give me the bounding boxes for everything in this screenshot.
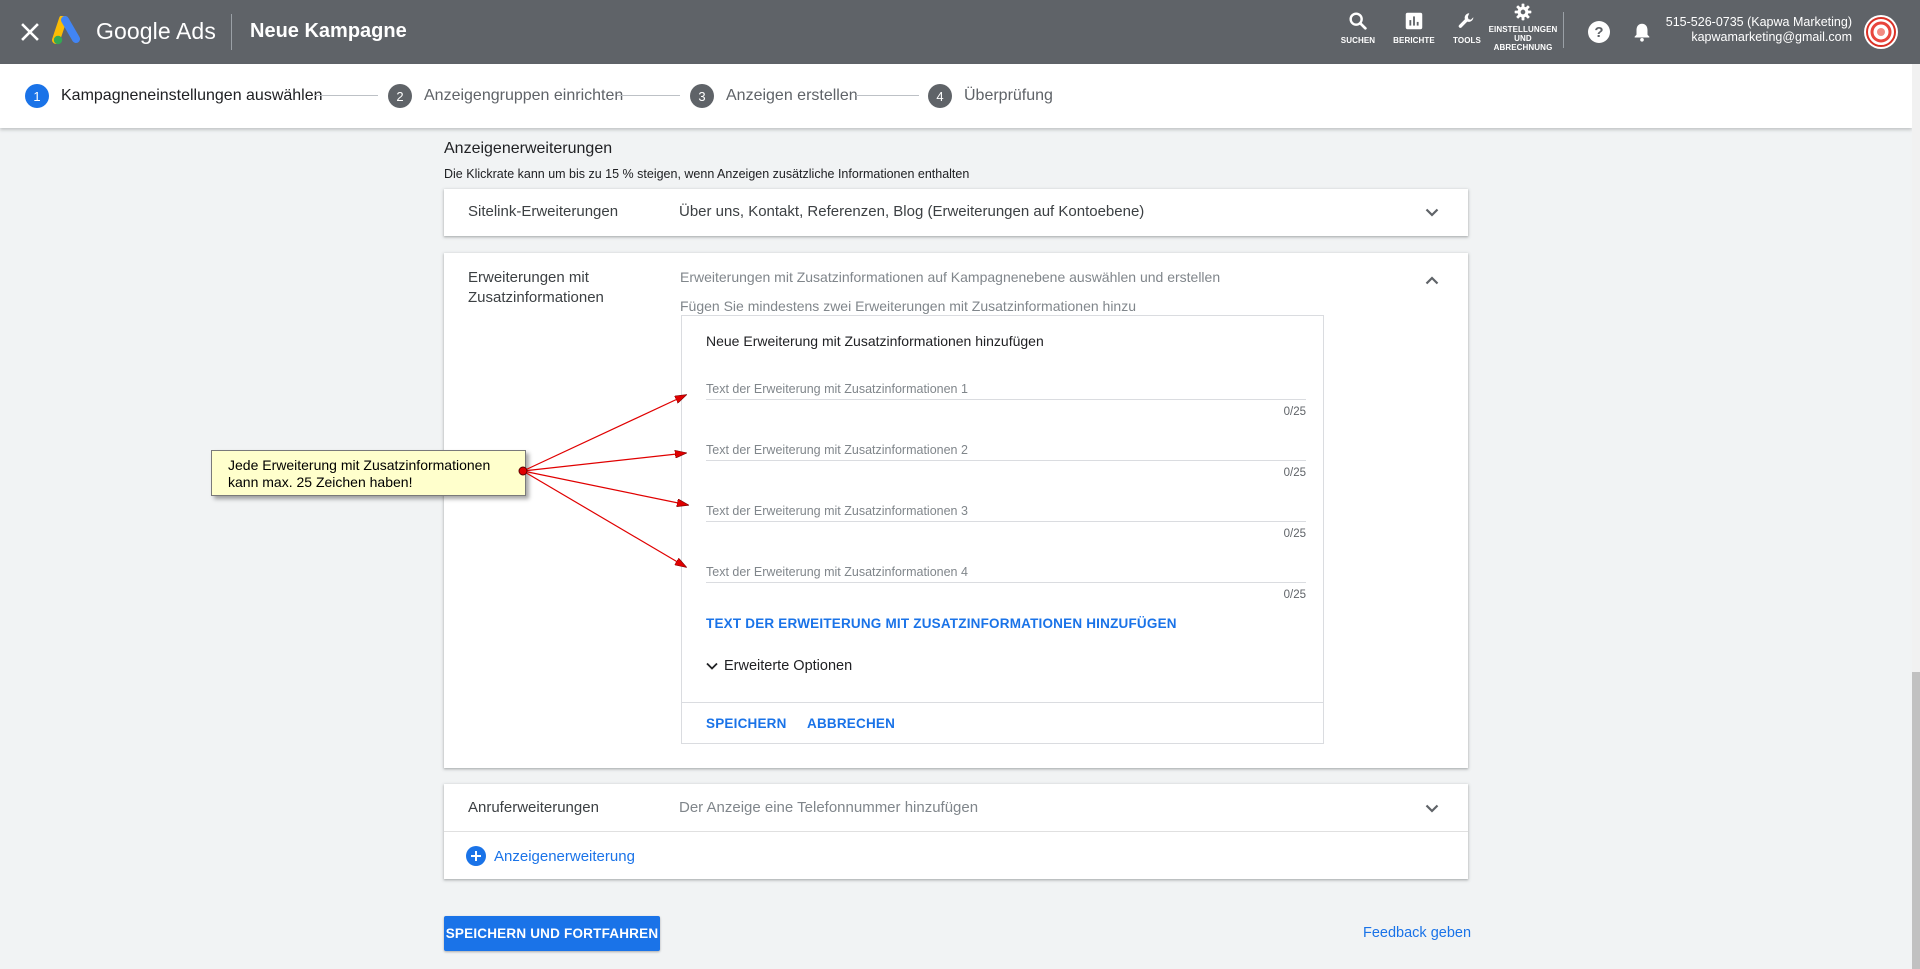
tools-divider <box>1563 12 1564 48</box>
sitelink-extensions-card[interactable]: Sitelink-Erweiterungen Über uns, Kontakt… <box>444 189 1468 236</box>
callout-text-field-4: 0/25 <box>706 561 1306 601</box>
sitelink-value: Über uns, Kontakt, Referenzen, Blog (Erw… <box>679 203 1145 220</box>
page-title: Neue Kampagne <box>250 20 407 42</box>
callout-text-field-1: 0/25 <box>706 378 1306 418</box>
callout-text-field-2: 0/25 <box>706 439 1306 479</box>
callout-hint-2: Fügen Sie mindestens zwei Erweiterungen … <box>680 298 1137 314</box>
step-label: Kampagneneinstellungen auswählen <box>61 87 323 104</box>
account-id: 515-526-0735 (Kapwa Marketing) <box>1665 15 1852 29</box>
campaign-stepper: 1 Kampagneneinstellungen auswählen 2 Anz… <box>0 64 1912 128</box>
callout-text-field-3: 0/25 <box>706 500 1306 540</box>
chevron-down-icon[interactable] <box>1422 202 1442 222</box>
account-email: kapwamarketing@gmail.com <box>1691 30 1852 44</box>
step-campaign-settings[interactable]: 1 Kampagneneinstellungen auswählen <box>25 84 323 108</box>
call-extensions-label[interactable]: Anruferweiterungen <box>468 798 599 818</box>
char-counter: 0/25 <box>1283 528 1306 540</box>
tools-tool-label: TOOLS <box>1453 36 1481 45</box>
add-ad-extension-button[interactable]: Anzeigenerweiterung <box>466 846 635 866</box>
char-counter: 0/25 <box>1283 467 1306 479</box>
google-ads-logo-icon[interactable] <box>52 15 84 46</box>
sitelink-label: Sitelink-Erweiterungen <box>468 203 619 220</box>
callout-text-input-2[interactable] <box>706 439 1306 461</box>
notifications-bell-icon[interactable] <box>1630 20 1654 44</box>
add-circle-icon <box>466 846 486 866</box>
reports-tool-button[interactable]: BERICHTE <box>1384 10 1444 60</box>
step-label: Anzeigen erstellen <box>726 87 858 104</box>
save-and-continue-button[interactable]: SPEICHERN UND FORTFAHREN <box>444 916 660 951</box>
annotation-line2: kann max. 25 Zeichen haben! <box>228 474 413 490</box>
callout-text-input-4[interactable] <box>706 561 1306 583</box>
callout-label-line2: Zusatzinformationen <box>468 289 604 306</box>
callout-label-line1: Erweiterungen mit <box>468 269 589 286</box>
search-icon <box>1349 12 1367 30</box>
bar-chart-icon <box>1405 12 1423 30</box>
step-connector <box>856 95 919 96</box>
step-ad-groups[interactable]: 2 Anzeigengruppen einrichten <box>388 84 623 108</box>
callout-label: Erweiterungen mit Zusatzinformationen <box>468 268 604 308</box>
step-number: 4 <box>928 84 952 108</box>
chevron-down-icon[interactable] <box>1422 798 1442 818</box>
avatar[interactable] <box>1864 15 1898 49</box>
advanced-options-toggle[interactable]: Erweiterte Optionen <box>706 658 852 674</box>
gear-icon <box>1514 3 1532 21</box>
step-number: 2 <box>388 84 412 108</box>
step-label: Überprüfung <box>964 87 1053 104</box>
header-divider <box>231 14 232 50</box>
char-counter: 0/25 <box>1283 589 1306 601</box>
callout-text-input-1[interactable] <box>706 378 1306 400</box>
step-review[interactable]: 4 Überprüfung <box>928 84 1053 108</box>
section-subtitle: Die Klickrate kann um bis zu 15 % steige… <box>444 167 970 181</box>
step-create-ads[interactable]: 3 Anzeigen erstellen <box>690 84 858 108</box>
callout-text-input-3[interactable] <box>706 500 1306 522</box>
save-button[interactable]: SPEICHERN <box>706 716 787 731</box>
page-scrollbar-thumb[interactable] <box>1912 672 1920 969</box>
callout-extensions-card: Erweiterungen mit Zusatzinformationen Er… <box>444 253 1468 768</box>
avatar-logo-icon <box>1866 17 1896 47</box>
top-bar: Google Ads Neue Kampagne SUCHEN BERICHTE… <box>0 0 1920 64</box>
add-ad-extension-label: Anzeigenerweiterung <box>494 847 635 865</box>
close-icon[interactable] <box>16 18 44 46</box>
new-callout-form: Neue Erweiterung mit Zusatzinformationen… <box>681 315 1324 744</box>
reports-tool-label: BERICHTE <box>1393 36 1435 45</box>
form-divider <box>682 702 1323 703</box>
chevron-up-icon[interactable] <box>1422 270 1442 290</box>
add-callout-text-button[interactable]: TEXT DER ERWEITERUNG MIT ZUSATZINFORMATI… <box>706 616 1177 631</box>
cancel-button[interactable]: ABBRECHEN <box>807 716 895 731</box>
wrench-icon <box>1458 13 1474 28</box>
search-tool-label: SUCHEN <box>1340 36 1376 45</box>
step-label: Anzeigengruppen einrichten <box>424 87 624 104</box>
step-number: 3 <box>690 84 714 108</box>
char-counter: 0/25 <box>1283 406 1306 418</box>
call-extensions-value: Der Anzeige eine Telefonnummer hinzufüge… <box>679 799 979 816</box>
step-connector <box>315 95 378 96</box>
account-info[interactable]: 515-526-0735 (Kapwa Marketing) kapwamark… <box>1666 15 1852 45</box>
feedback-link[interactable]: Feedback geben <box>1363 925 1471 941</box>
chevron-down-icon <box>706 662 718 670</box>
help-icon[interactable]: ? <box>1587 20 1611 44</box>
step-connector <box>617 95 680 96</box>
annotation-callout: Jede Erweiterung mit Zusatzinformationen… <box>211 450 526 496</box>
advanced-options-label: Erweiterte Optionen <box>724 658 853 674</box>
callout-hint-1: Erweiterungen mit Zusatzinformationen au… <box>680 269 1221 285</box>
settings-tool-button[interactable]: EINSTELLUNGEN UND ABRECHNUNG <box>1489 2 1557 52</box>
section-title: Anzeigenerweiterungen <box>444 140 613 157</box>
call-extensions-card: Anruferweiterungen Der Anzeige eine Tele… <box>444 784 1468 879</box>
search-tool-button[interactable]: SUCHEN <box>1328 10 1388 60</box>
annotation-line1: Jede Erweiterung mit Zusatzinformationen <box>228 457 491 473</box>
card-divider <box>444 831 1468 832</box>
svg-text:?: ? <box>1594 24 1603 41</box>
step-number: 1 <box>25 84 49 108</box>
product-name: Google Ads <box>96 18 216 44</box>
settings-tool-label: EINSTELLUNGEN UND ABRECHNUNG <box>1488 25 1558 52</box>
form-title: Neue Erweiterung mit Zusatzinformationen… <box>706 333 1044 349</box>
